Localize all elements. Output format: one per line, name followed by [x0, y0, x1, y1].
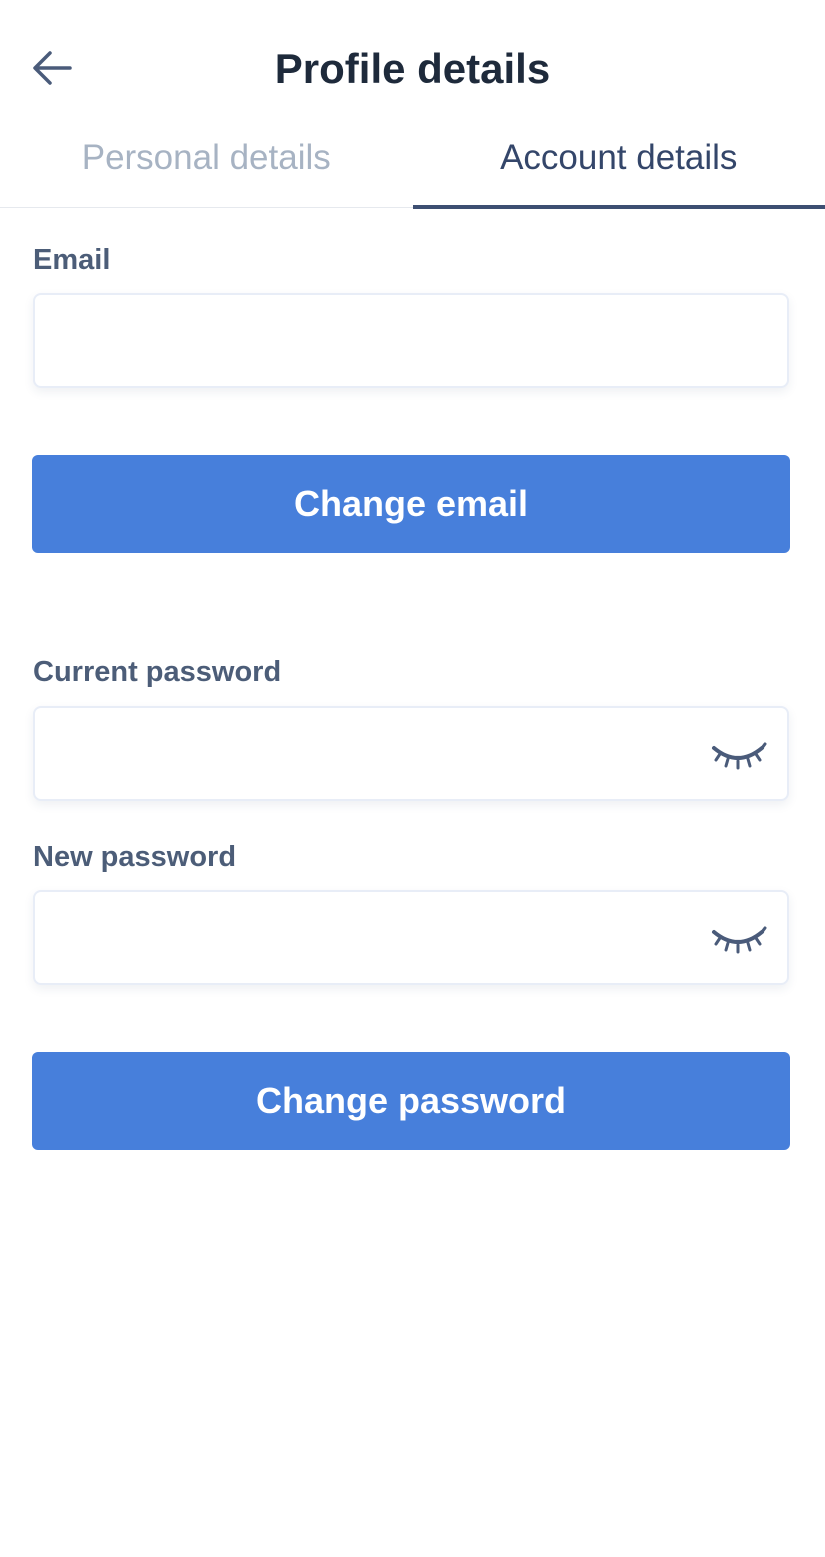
email-field[interactable] — [55, 295, 699, 388]
change-password-button[interactable]: Change password — [32, 1052, 790, 1150]
tab-account-details[interactable]: Account details — [412, 130, 825, 209]
eye-closed-icon — [712, 926, 767, 954]
new-password-field[interactable] — [55, 892, 699, 985]
email-field-container — [33, 293, 789, 388]
new-password-label: New password — [33, 841, 237, 873]
change-email-button[interactable]: Change email — [32, 455, 790, 553]
new-password-container — [33, 890, 789, 985]
current-password-label: Current password — [33, 656, 282, 688]
tab-bar: Personal details Account details — [0, 130, 825, 209]
page-title: Profile details — [274, 45, 551, 92]
current-password-visibility-toggle[interactable] — [709, 734, 767, 774]
tab-personal-details[interactable]: Personal details — [0, 130, 413, 207]
eye-closed-icon — [712, 742, 767, 770]
new-password-visibility-toggle[interactable] — [709, 918, 767, 958]
current-password-container — [33, 706, 789, 801]
app-header: Profile details — [0, 0, 825, 130]
email-label: Email — [33, 244, 111, 276]
current-password-field[interactable] — [55, 708, 699, 801]
